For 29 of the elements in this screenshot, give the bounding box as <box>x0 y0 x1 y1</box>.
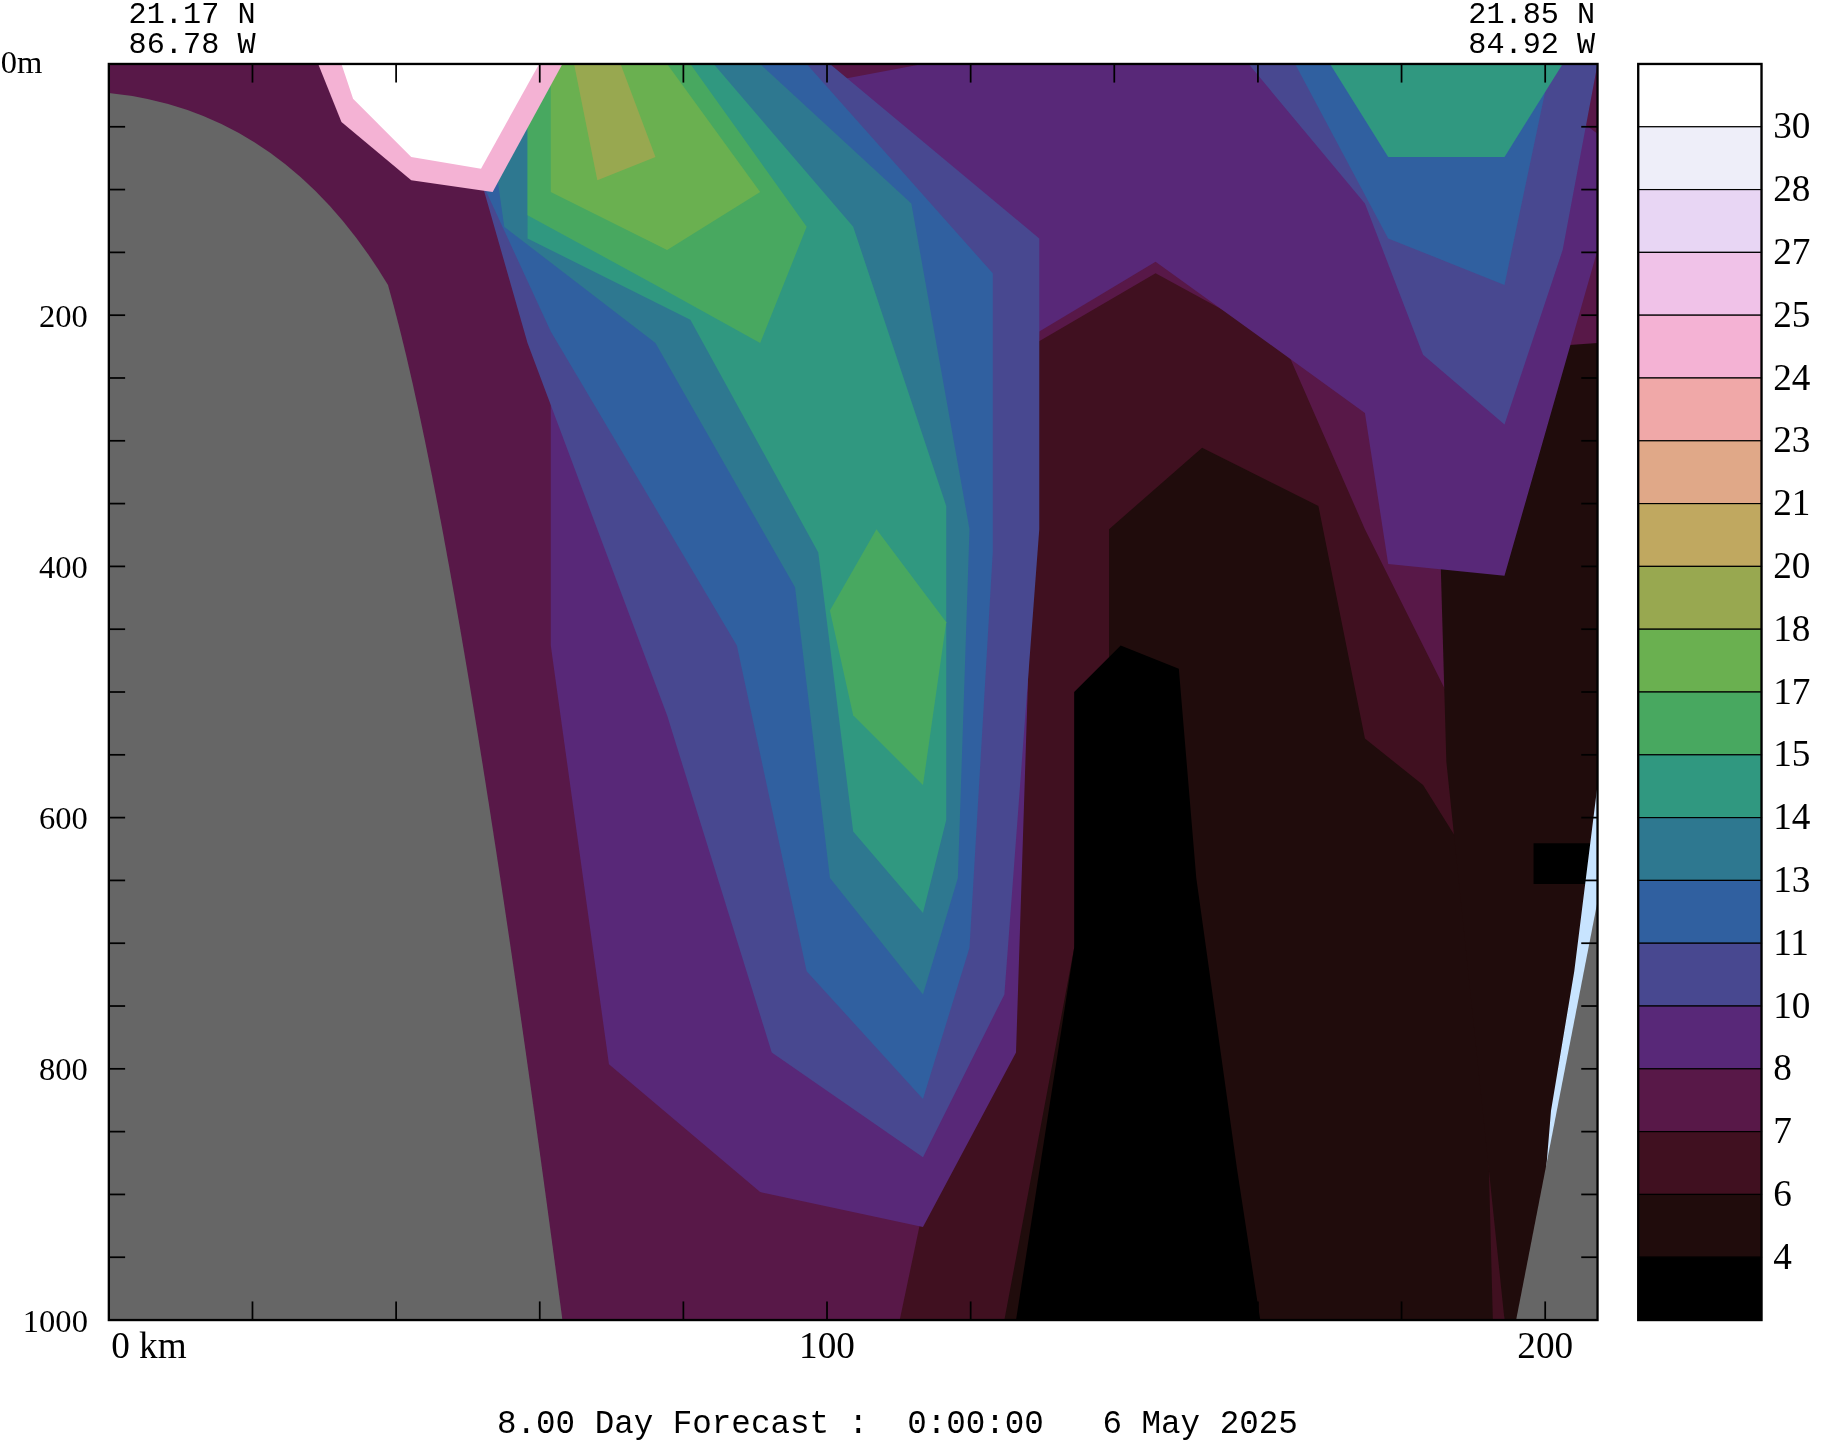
colorbar-label: 7 <box>1773 1110 1792 1152</box>
colorbar-label: 17 <box>1773 670 1811 712</box>
colorbar-label: 27 <box>1773 231 1811 272</box>
colorbar-label: 25 <box>1773 293 1811 335</box>
colorbar-label: 23 <box>1773 419 1811 461</box>
y-axis-label: 200 <box>39 297 88 334</box>
colorbar-label: 21 <box>1773 482 1811 524</box>
colorbar-label: 4 <box>1773 1235 1792 1277</box>
x-axis-label: 200 <box>1517 1325 1574 1367</box>
colorbar-label: 24 <box>1773 356 1811 398</box>
colorbar-label: 10 <box>1773 984 1811 1026</box>
colorbar-label: 13 <box>1773 859 1811 901</box>
x-axis-label: 0 km <box>111 1325 187 1367</box>
y-axis-label: 800 <box>39 1051 88 1088</box>
y-axis-label: 0m <box>0 44 43 81</box>
colorbar-label: 8 <box>1773 1047 1792 1089</box>
colorbar-label: 30 <box>1773 105 1811 147</box>
forecast-caption: 8.00 Day Forecast : 0:00:00 6 May 2025 <box>497 1405 1298 1441</box>
colorbar-label: 15 <box>1773 733 1811 775</box>
colorbar-label: 14 <box>1773 796 1811 838</box>
colorbar-label: 11 <box>1773 921 1809 963</box>
y-axis-label: 1000 <box>22 1302 88 1339</box>
y-axis-label: 400 <box>39 549 88 586</box>
colorbar-label: 20 <box>1773 545 1811 587</box>
colorbar-label: 6 <box>1773 1173 1792 1215</box>
y-axis-label: 600 <box>39 800 88 837</box>
colorbar-label: 18 <box>1773 607 1811 649</box>
x-axis-label: 100 <box>799 1325 855 1367</box>
colorbar-label: 28 <box>1773 168 1811 210</box>
